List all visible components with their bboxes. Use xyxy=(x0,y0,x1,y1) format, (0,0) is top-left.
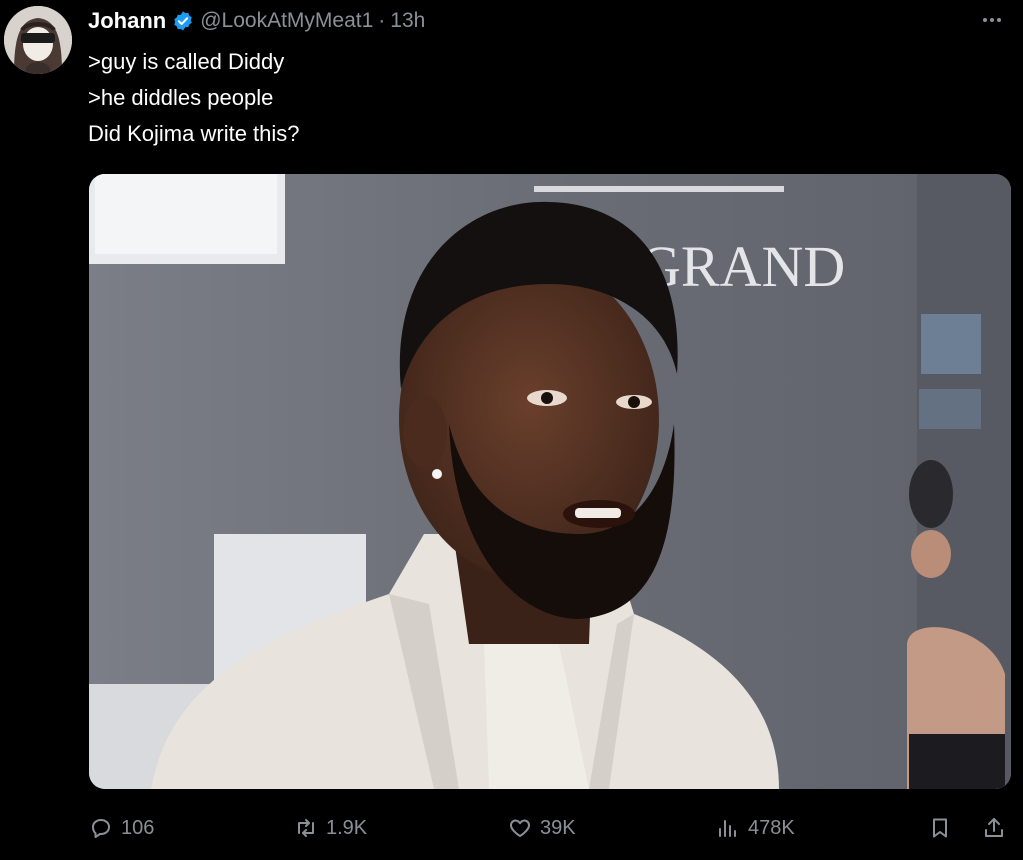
like-count: 39K xyxy=(540,816,576,839)
bookmark-icon xyxy=(928,816,952,840)
share-icon xyxy=(982,816,1006,840)
bookmark-button[interactable] xyxy=(928,808,952,848)
tweet-line: Did Kojima write this? xyxy=(88,121,300,146)
reply-count: 106 xyxy=(121,816,155,839)
views-count: 478K xyxy=(748,816,795,839)
verified-badge-icon xyxy=(172,10,194,32)
tweet-text: >guy is called Diddy >he diddles people … xyxy=(88,44,300,152)
tweet[interactable]: Johann @LookAtMyMeat1 · 13h >guy is call… xyxy=(0,0,1023,860)
views-button[interactable]: 478K xyxy=(716,808,795,848)
reply-button[interactable]: 106 xyxy=(89,808,154,848)
display-name[interactable]: Johann xyxy=(88,8,166,34)
avatar[interactable] xyxy=(4,6,72,74)
user-handle[interactable]: @LookAtMyMeat1 xyxy=(200,9,373,33)
separator-dot: · xyxy=(378,9,386,32)
more-options-icon[interactable] xyxy=(975,8,1009,32)
tweet-line: >he diddles people xyxy=(88,85,274,110)
repost-icon xyxy=(294,816,318,840)
heart-icon xyxy=(508,816,532,840)
share-button[interactable] xyxy=(982,808,1006,848)
background-sign-text: GRAND xyxy=(639,234,845,299)
timestamp[interactable]: 13h xyxy=(390,9,425,33)
repost-count: 1.9K xyxy=(326,816,368,839)
tweet-header: Johann @LookAtMyMeat1 · 13h xyxy=(88,6,425,36)
like-button[interactable]: 39K xyxy=(508,808,576,848)
reply-icon xyxy=(89,816,113,840)
tweet-line: >guy is called Diddy xyxy=(88,49,285,74)
tweet-actions: 106 1.9K 39K 478K xyxy=(0,808,1023,848)
repost-button[interactable]: 1.9K xyxy=(294,808,367,848)
views-chart-icon xyxy=(716,816,740,840)
tweet-image[interactable]: GRAND xyxy=(89,174,1011,789)
